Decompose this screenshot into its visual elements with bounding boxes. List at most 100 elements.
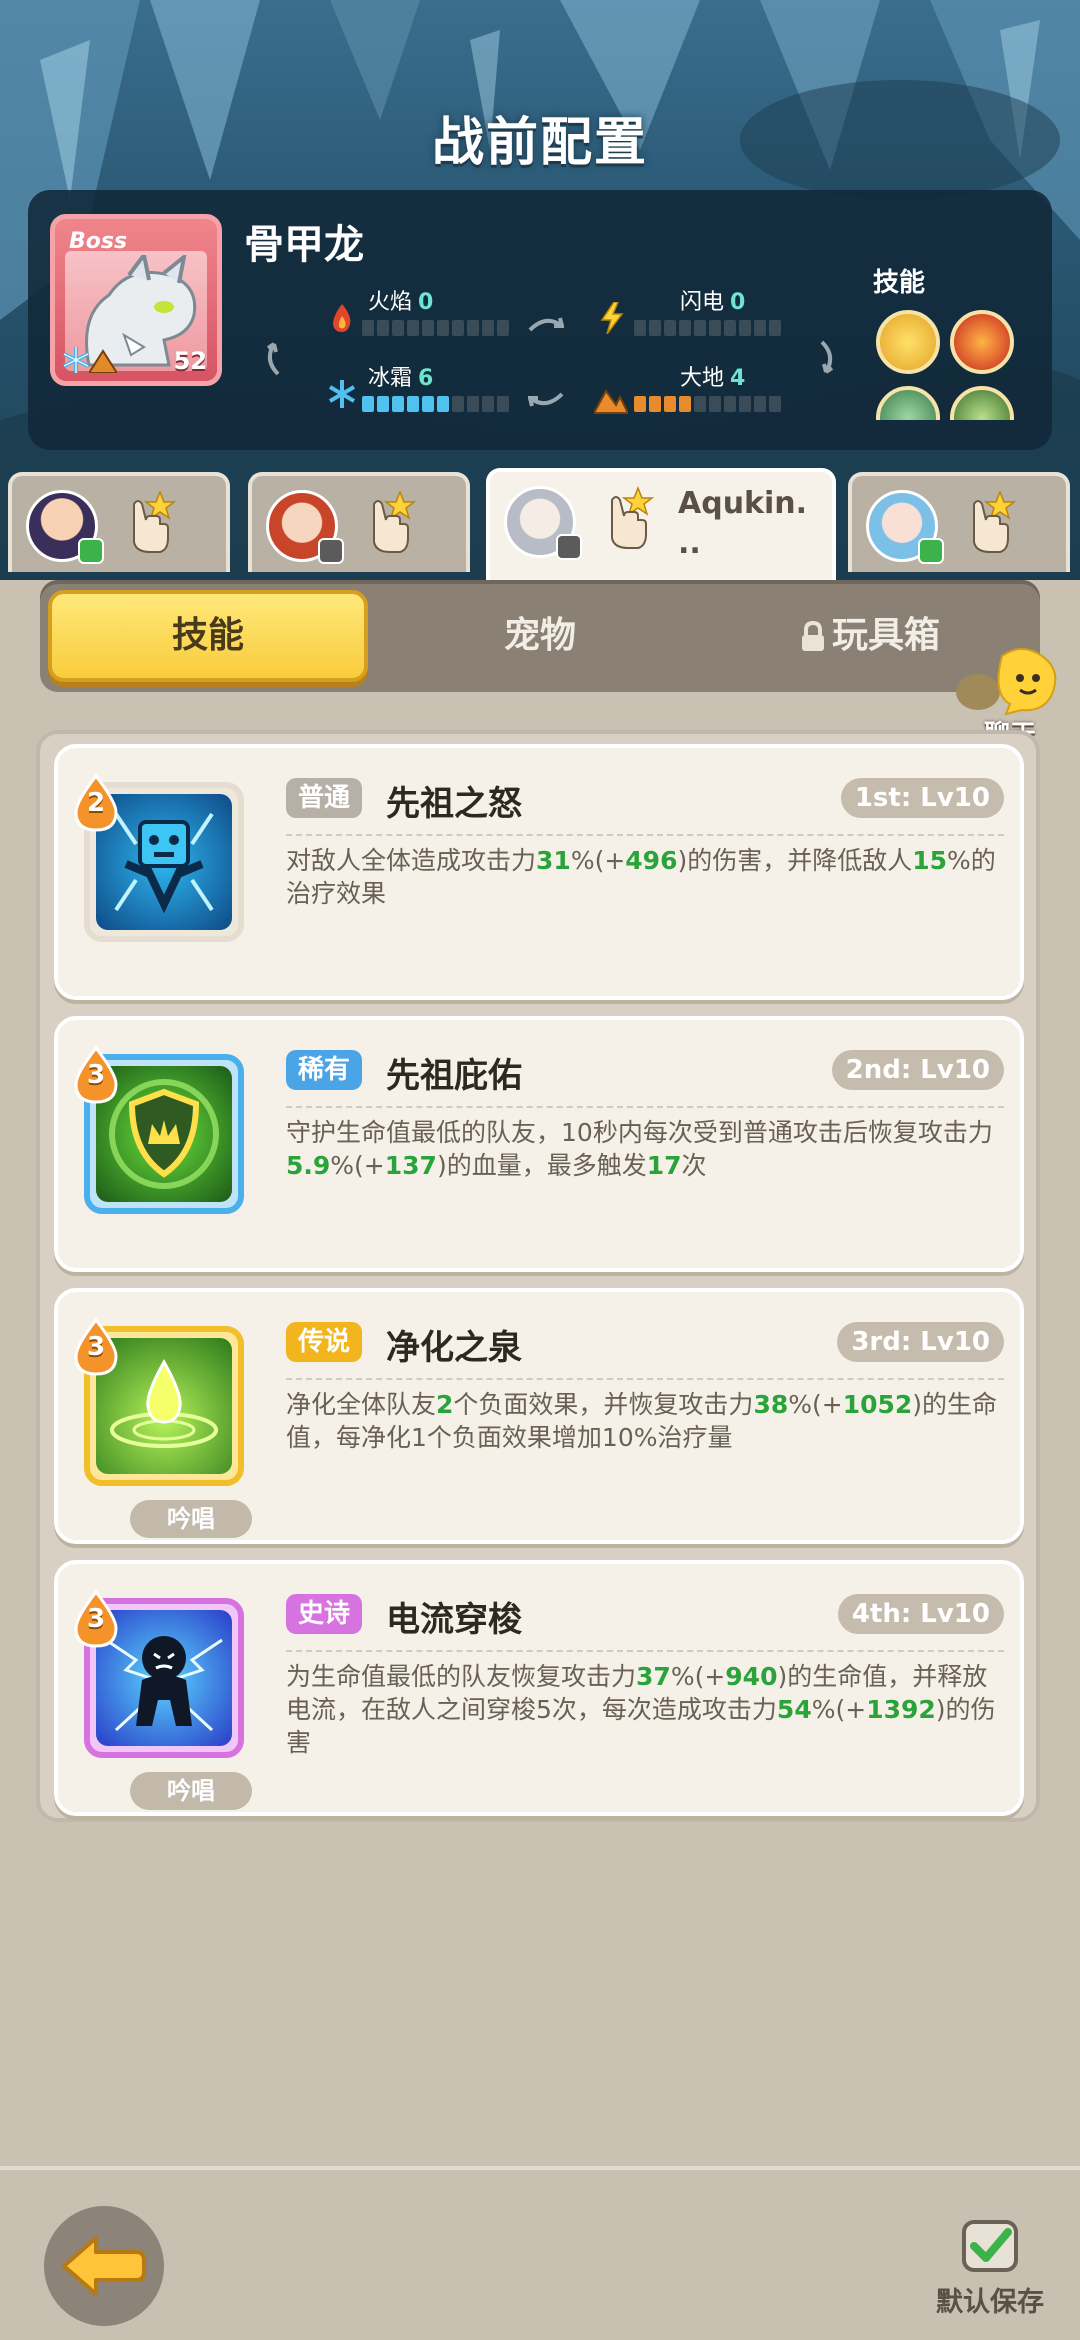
boss-avatar[interactable]: Boss 52 — [50, 214, 222, 386]
skill-description: 为生命值最低的队友恢复攻击力37%(+940)的生命值，并释放电流，在敌人之间穿… — [286, 1660, 1000, 1759]
skill-level-badge: 1st: Lv10 — [840, 778, 1004, 818]
element-bar-segment — [377, 396, 389, 412]
highlight-value: 54 — [776, 1695, 812, 1724]
skill-cost: 2 — [86, 788, 106, 818]
highlight-value: 17 — [646, 1151, 682, 1180]
tab-toybox-label: 玩具箱 — [831, 615, 940, 656]
rarity-badge: 稀有 — [286, 1050, 363, 1090]
hero-status-badge — [78, 538, 104, 564]
skill-description: 净化全体队友2个负面效果，并恢复攻击力38%(+1052)的生命值，每净化1个负… — [286, 1388, 1000, 1454]
element-bar-segment — [694, 396, 706, 412]
element-bar-segment — [407, 396, 419, 412]
element-bar-segment — [754, 320, 766, 336]
rarity-badge: 传说 — [286, 1322, 363, 1362]
tab-pets[interactable]: 宠物 — [400, 590, 680, 682]
category-tab-bar: 技能 宠物 玩具箱 — [40, 580, 1040, 692]
skill-name: 净化之泉 — [386, 1328, 522, 1368]
element-bar-segment — [739, 320, 751, 336]
earth-element-icon — [89, 349, 117, 373]
hero-status-badge — [318, 538, 344, 564]
element-bar-segment — [422, 320, 434, 336]
lightning-icon — [600, 302, 624, 334]
element-bar-segment — [497, 320, 509, 336]
desc-text: )的血量，最多触发 — [436, 1151, 647, 1180]
hero-tab-1[interactable] — [8, 472, 230, 572]
skill-card-1[interactable]: 2 普通 先祖之怒 1st: Lv10 对敌人全体造成攻击力31%(+496)的… — [54, 744, 1024, 1000]
desc-text: %(+ — [811, 1695, 867, 1724]
lightning-element-bar — [634, 320, 781, 336]
tap-hand-icon — [133, 490, 177, 553]
highlight-value: 137 — [384, 1151, 437, 1180]
cycle-arrow-icon — [528, 392, 564, 407]
desc-text: %(+ — [788, 1390, 843, 1419]
cycle-arrow-icon — [820, 340, 834, 374]
skill-card-3[interactable]: 3 传说 净化之泉 3rd: Lv10 净化全体队友2个负面效果，并恢复攻击力3… — [54, 1288, 1024, 1544]
skill-list: 2 普通 先祖之怒 1st: Lv10 对敌人全体造成攻击力31%(+496)的… — [36, 730, 1040, 1822]
skill-cost: 3 — [86, 1332, 106, 1362]
hero-tab-4[interactable] — [848, 472, 1070, 572]
highlight-value: 37 — [636, 1662, 671, 1691]
default-save-label: 默认保存 — [936, 2287, 1044, 2318]
boss-tag: Boss — [69, 229, 128, 254]
highlight-value: 5.9 — [286, 1151, 331, 1180]
chat-bubble-icon — [956, 648, 1057, 716]
lightning-element-label: 闪电 0 — [680, 290, 746, 315]
lock-icon — [801, 621, 824, 651]
skill-level-badge: 2nd: Lv10 — [831, 1050, 1004, 1090]
highlight-value: 1052 — [842, 1390, 913, 1419]
highlight-value: 1392 — [866, 1695, 936, 1724]
default-save-toggle[interactable]: 默认保存 — [930, 2218, 1050, 2319]
chant-badge: 吟唱 — [130, 1772, 252, 1810]
bottom-bar: 默认保存 — [0, 2166, 1080, 2340]
back-button[interactable] — [44, 2206, 164, 2326]
element-bar-segment — [407, 320, 419, 336]
element-bar-segment — [392, 396, 404, 412]
highlight-value: 31 — [536, 846, 571, 875]
fire-element-bar — [362, 320, 509, 336]
element-bar-segment — [392, 320, 404, 336]
frost-element-bar — [362, 396, 509, 412]
boss-skill-icon[interactable] — [876, 310, 940, 374]
element-bar-segment — [422, 396, 434, 412]
desc-text: %(+ — [670, 1662, 726, 1691]
desc-text: %(+ — [330, 1151, 385, 1180]
frost-element-label: 冰霜 6 — [368, 366, 434, 391]
highlight-value: 2 — [436, 1390, 454, 1419]
desc-text: 净化全体队友 — [286, 1390, 437, 1419]
skill-card-4[interactable]: 3 史诗 电流穿梭 4th: Lv10 为生命值最低的队友恢复攻击力37%(+9… — [54, 1560, 1024, 1816]
hero-tab-2[interactable] — [248, 472, 470, 572]
hero-tab-3[interactable]: Aqukin. .. — [486, 468, 836, 580]
element-bar-segment — [362, 320, 374, 336]
fire-element-label: 火焰 0 — [368, 290, 434, 315]
boss-skill-icon[interactable] — [950, 310, 1014, 374]
back-arrow-icon — [62, 2236, 146, 2296]
element-bar-segment — [664, 320, 676, 336]
element-bar-segment — [467, 320, 479, 336]
desc-text: 次 — [681, 1151, 707, 1180]
element-bar-segment — [467, 396, 479, 412]
tab-skills[interactable]: 技能 — [48, 590, 368, 682]
hero-status-badge — [918, 538, 944, 564]
desc-text: 守护生命值最低的队友，10秒内每次受到普通攻击后恢复攻击力 — [286, 1118, 993, 1147]
skill-name: 先祖之怒 — [386, 784, 522, 824]
desc-text: %(+ — [570, 846, 626, 875]
boss-skill-icon[interactable] — [950, 386, 1014, 420]
tap-hand-icon — [973, 490, 1017, 553]
element-bar-segment — [649, 320, 661, 336]
highlight-value: 38 — [753, 1390, 789, 1419]
element-bar-segment — [634, 320, 646, 336]
highlight-value: 496 — [625, 846, 678, 875]
element-bar-segment — [482, 320, 494, 336]
checkbox-checked-icon — [962, 2220, 1018, 2272]
skill-card-2[interactable]: 3 稀有 先祖庇佑 2nd: Lv10 守护生命值最低的队友，10秒内每次受到普… — [54, 1016, 1024, 1272]
boss-skills-title: 技能 — [873, 268, 926, 298]
element-bar-segment — [452, 320, 464, 336]
element-bar-segment — [497, 396, 509, 412]
skill-level-badge: 4th: Lv10 — [837, 1594, 1004, 1634]
element-bar-segment — [679, 396, 691, 412]
cycle-arrow-icon — [266, 342, 280, 376]
desc-text: )的伤害，并降低敌人 — [677, 846, 913, 875]
boss-skill-icon[interactable] — [876, 386, 940, 420]
chant-badge: 吟唱 — [130, 1500, 252, 1538]
boss-info-panel: Boss 52 骨甲龙 火焰 0 闪电 0 冰霜 6 大地 4 技能 — [28, 190, 1052, 450]
